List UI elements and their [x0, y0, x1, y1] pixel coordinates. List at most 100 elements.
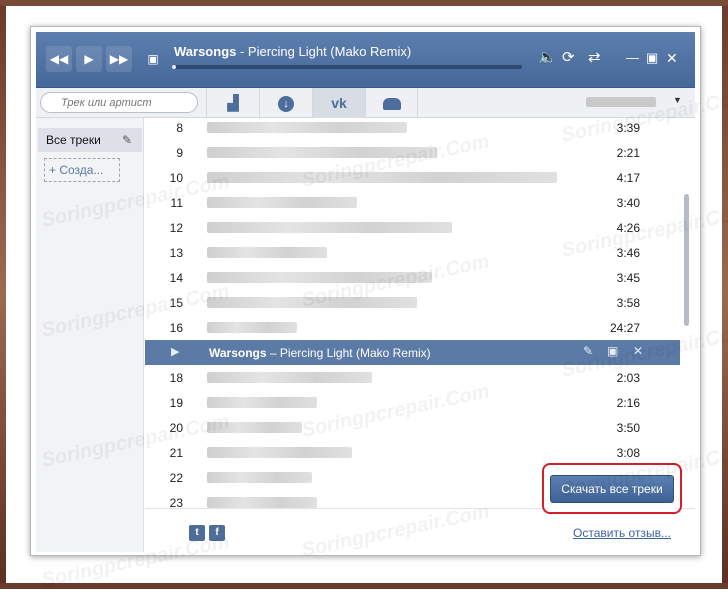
table-row[interactable]: 9 2:21 [145, 140, 680, 165]
track-title-blurred [207, 172, 557, 183]
player-bar: ◀◀ ▶ ▶▶ ▣ Warsongs - Piercing Light (Mak… [36, 32, 695, 88]
selected-separator: – [266, 346, 280, 360]
table-row-selected[interactable]: ▶ Warsongs – Piercing Light (Mako Remix) ✎… [145, 340, 680, 365]
track-title-blurred [207, 147, 437, 158]
progress-bar[interactable] [172, 65, 522, 69]
track-number: 13 [169, 246, 183, 260]
feedback-link[interactable]: Оставить отзыв... [573, 526, 671, 540]
track-duration: 3:40 [616, 196, 640, 210]
track-number: 19 [169, 396, 183, 410]
track-duration: 3:50 [616, 421, 640, 435]
title-separator: - [236, 44, 248, 59]
bar-chart-icon: ▟ [227, 95, 239, 112]
track-number: 23 [169, 496, 183, 508]
footer: t f Оставить отзыв... [145, 508, 695, 552]
table-row[interactable]: 21 3:08 [145, 440, 680, 465]
chevron-down-icon[interactable]: ▼ [673, 95, 682, 105]
play-icon[interactable]: ▶ [171, 345, 179, 358]
track-duration: 2:03 [616, 371, 640, 385]
volume-icon[interactable]: 🔈 [538, 48, 557, 68]
track-duration: 2:16 [616, 396, 640, 410]
table-row[interactable]: 15 3:58 [145, 290, 680, 315]
table-row[interactable]: 11 3:40 [145, 190, 680, 215]
tab-downloads[interactable]: ↓ [259, 88, 312, 118]
track-duration: 3:58 [616, 296, 640, 310]
maximize-icon[interactable]: ▣ [646, 48, 658, 68]
table-row[interactable]: 16 24:27 [145, 315, 680, 340]
now-playing-title: Warsongs - Piercing Light (Mako Remix) [174, 44, 411, 59]
shuffle-icon[interactable]: ⇄ [588, 48, 601, 68]
track-duration: 4:26 [616, 221, 640, 235]
facebook-icon[interactable]: f [209, 525, 225, 541]
track-title-blurred [207, 322, 297, 333]
track-title-blurred [207, 397, 317, 408]
minimize-icon[interactable]: — [626, 48, 639, 68]
track-title-blurred [207, 272, 432, 283]
track-duration: 2:21 [616, 146, 640, 160]
twitter-icon[interactable]: t [189, 525, 205, 541]
track-duration: 4:17 [616, 171, 640, 185]
now-playing-track: Piercing Light (Mako Remix) [247, 44, 412, 59]
download-icon: ↓ [278, 96, 294, 113]
tab-charts[interactable]: ▟ [206, 88, 259, 118]
table-row[interactable]: 19 2:16 [145, 390, 680, 415]
users-icon [382, 98, 401, 111]
track-title-blurred [207, 422, 302, 433]
track-number: 22 [169, 471, 183, 485]
track-number: 20 [169, 421, 183, 435]
folder-icon[interactable]: ▣ [140, 46, 166, 72]
track-number: 12 [169, 221, 183, 235]
sidebar-item-label: Все треки [46, 133, 101, 147]
create-playlist-button[interactable]: + Созда... [44, 158, 120, 182]
scroll-thumb[interactable] [684, 194, 689, 326]
scrollbar[interactable] [680, 118, 695, 508]
toolbar: ▟ ↓ vk ▼ [36, 88, 695, 118]
track-number: 9 [176, 146, 183, 160]
table-row[interactable]: 10 4:17 [145, 165, 680, 190]
tab-friends[interactable] [365, 88, 418, 118]
track-title-blurred [207, 247, 327, 258]
track-number: 18 [169, 371, 183, 385]
selected-track-title: Warsongs – Piercing Light (Mako Remix) [209, 346, 431, 360]
track-title-blurred [207, 297, 417, 308]
track-list: 8 3:39 9 2:21 10 4:17 11 3:40 12 4:26 13 3:46 14 3:45… [145, 118, 680, 508]
track-number: 16 [169, 321, 183, 335]
track-title-blurred [207, 222, 452, 233]
repeat-icon[interactable]: ⟳ [562, 48, 575, 68]
pencil-icon[interactable]: ✎ [122, 128, 132, 152]
tab-vk[interactable]: vk [312, 88, 365, 118]
track-number: 15 [169, 296, 183, 310]
track-duration: 24:27 [609, 321, 640, 335]
close-icon[interactable]: ✕ [666, 48, 678, 68]
table-row[interactable]: 20 3:50 [145, 415, 680, 440]
track-number: 11 [170, 196, 183, 210]
play-icon[interactable]: ▶ [76, 46, 102, 72]
table-row[interactable]: 12 4:26 [145, 215, 680, 240]
track-number: 8 [176, 121, 183, 135]
table-row[interactable]: 8 3:39 [145, 118, 680, 140]
folder-icon[interactable]: ▣ [607, 344, 618, 358]
sidebar: Все треки ✎ + Созда... [36, 118, 144, 552]
table-row[interactable]: 13 3:46 [145, 240, 680, 265]
rewind-icon[interactable]: ◀◀ [46, 46, 72, 72]
track-title-blurred [207, 497, 317, 508]
track-title-blurred [207, 197, 357, 208]
selected-artist: Warsongs [209, 346, 267, 360]
track-number: 21 [169, 446, 183, 460]
sidebar-item-all-tracks[interactable]: Все треки ✎ [38, 128, 142, 152]
table-row[interactable]: 14 3:45 [145, 265, 680, 290]
account-name[interactable] [586, 97, 656, 107]
progress-fill [172, 65, 176, 69]
download-all-highlight: Скачать все треки [542, 463, 682, 514]
forward-icon[interactable]: ▶▶ [106, 46, 132, 72]
track-title-blurred [207, 372, 372, 383]
now-playing-artist: Warsongs [174, 44, 237, 59]
track-number: 10 [169, 171, 183, 185]
close-icon[interactable]: ✕ [633, 344, 643, 358]
track-duration: 3:46 [616, 246, 640, 260]
table-row[interactable]: 18 2:03 [145, 365, 680, 390]
search-input[interactable] [40, 92, 198, 113]
pencil-icon[interactable]: ✎ [583, 344, 593, 358]
download-all-button[interactable]: Скачать все треки [550, 475, 674, 503]
track-duration: 3:45 [616, 271, 640, 285]
